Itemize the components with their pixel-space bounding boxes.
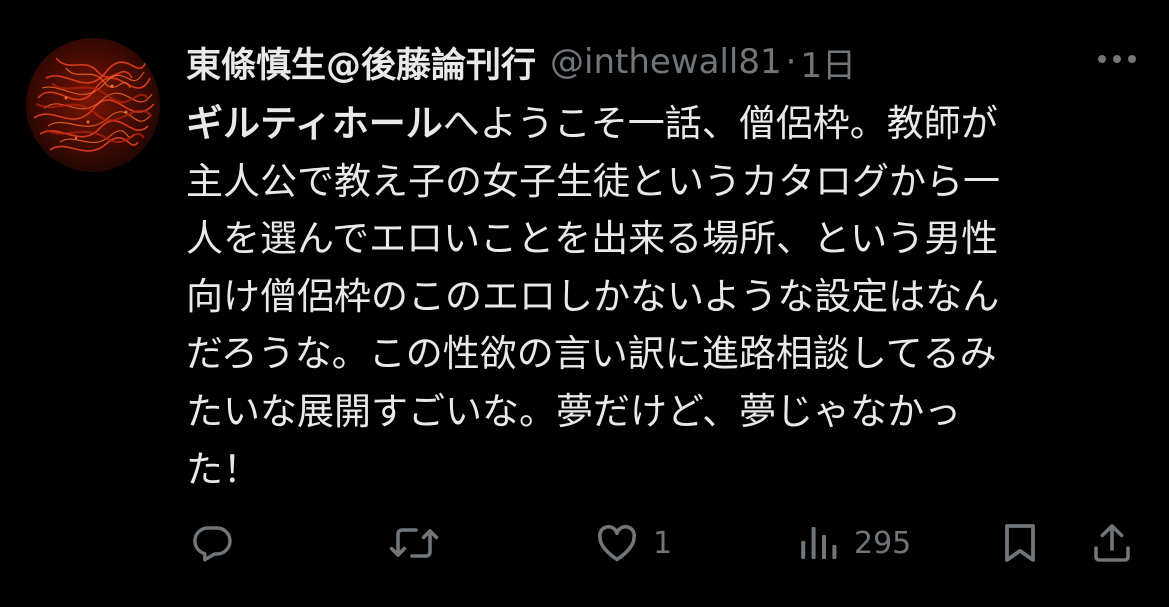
more-options-button[interactable] — [1094, 47, 1140, 71]
tweet-text-line: だろうな。この性欲の言い訳に進路相談してるみ — [186, 325, 1121, 383]
tweet-text-line: 向け僧侶枠のこのエロしかないような設定はなん — [186, 268, 1121, 326]
avatar-image — [33, 57, 155, 152]
share-icon — [1094, 524, 1130, 562]
header-separator: · — [785, 42, 797, 82]
tweet-text-line: た！ — [186, 441, 1121, 499]
more-icon — [1098, 55, 1136, 63]
retweet-icon — [389, 528, 439, 558]
share-button[interactable] — [1088, 518, 1136, 568]
tweet-text-segment: 向け僧侶枠のこのエロしかないような設定はなん — [186, 274, 1000, 318]
action-bar: 1 295 — [186, 518, 1146, 568]
views-count: 295 — [854, 525, 912, 561]
tweet-text-segment: へようこそ一話、僧侶枠。教師が — [442, 102, 998, 145]
reply-icon — [193, 526, 232, 562]
views-icon — [801, 527, 837, 559]
tweet-text-segment: 主人公で教え子の女子生徒というカタログから一 — [186, 159, 1000, 203]
tweet-text: ギルティホールへようこそ一話、僧侶枠。教師が 主人公で教え子の女子生徒というカタ… — [186, 95, 1121, 498]
bookmark-icon — [1005, 524, 1035, 562]
like-button[interactable]: 1 — [593, 518, 672, 568]
heart-icon — [597, 524, 637, 562]
tweet-text-segment: 人を選んでエロいことを出来る場所、という男性 — [186, 217, 999, 261]
tweet-text-line: ギルティホールへようこそ一話、僧侶枠。教師が — [186, 95, 1121, 153]
avatar[interactable] — [26, 38, 160, 172]
tweet-text-segment: だろうな。この性欲の言い訳に進路相談してるみ — [186, 332, 997, 376]
tweet[interactable]: 東條慎生@後藤論刊行 @inthewall81 · 1日 ギルティホールへようこ… — [0, 0, 1169, 607]
like-count: 1 — [653, 525, 673, 561]
tweet-text-line: 人を選んでエロいことを出来る場所、という男性 — [186, 210, 1121, 268]
bookmark-button[interactable] — [998, 518, 1042, 568]
retweet-button[interactable] — [388, 518, 440, 568]
tweet-text-segment: た！ — [186, 447, 260, 491]
tweet-text-bold: ギルティホール — [186, 102, 443, 145]
reply-button[interactable] — [188, 518, 236, 568]
tweet-text-line: 主人公で教え子の女子生徒というカタログから一 — [186, 153, 1121, 211]
tweet-text-segment: たいな展開すごいな。夢だけど、夢じゃなかっ — [186, 389, 962, 433]
tweet-header: 東條慎生@後藤論刊行 @inthewall81 · 1日 — [186, 34, 856, 90]
tweet-text-line: たいな展開すごいな。夢だけど、夢じゃなかっ — [186, 383, 1121, 441]
timestamp[interactable]: 1日 — [800, 38, 856, 87]
author-name[interactable]: 東條慎生@後藤論刊行 — [186, 37, 536, 88]
author-handle[interactable]: @inthewall81 — [550, 42, 782, 82]
views-button[interactable]: 295 — [794, 518, 911, 568]
